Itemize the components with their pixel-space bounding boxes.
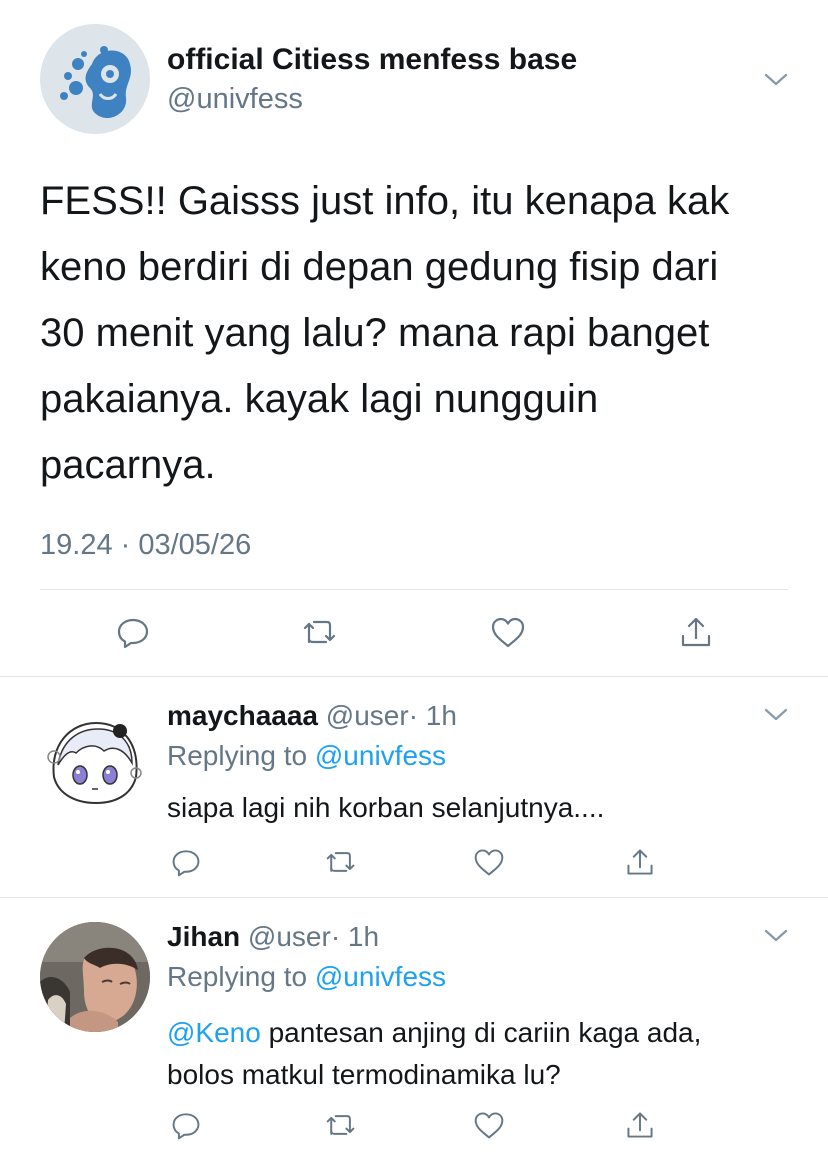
share-icon bbox=[681, 617, 711, 647]
display-name[interactable]: official Citiess menfess base bbox=[167, 42, 577, 78]
divider bbox=[40, 589, 788, 590]
reply-icon bbox=[172, 850, 200, 877]
handle[interactable]: @user bbox=[326, 700, 409, 731]
share-button[interactable] bbox=[620, 1105, 660, 1145]
replying-to-link[interactable]: @univfess bbox=[315, 961, 446, 992]
replying-to-label: Replying to bbox=[167, 740, 308, 771]
retweet-button[interactable] bbox=[321, 1105, 361, 1145]
chevron-down-icon[interactable] bbox=[763, 701, 789, 727]
like-button[interactable] bbox=[469, 1105, 509, 1145]
reply-button[interactable] bbox=[113, 612, 153, 652]
reply-button[interactable] bbox=[166, 842, 206, 882]
avatar[interactable] bbox=[40, 24, 150, 134]
retweet-button[interactable] bbox=[300, 612, 340, 652]
replying-to: Replying to @univfess bbox=[167, 960, 446, 994]
like-icon bbox=[474, 1112, 504, 1139]
reply-icon bbox=[117, 618, 149, 649]
reply-tweet[interactable]: Jihan @user· 1h Replying to @univfess @K… bbox=[0, 898, 828, 1163]
like-button[interactable] bbox=[488, 612, 528, 652]
retweet-button[interactable] bbox=[321, 842, 361, 882]
reply-text: siapa lagi nih korban selanjutnya.... bbox=[167, 792, 605, 823]
tweet-text-line: 30 menit yang lalu? mana rapi banget bbox=[40, 311, 710, 355]
like-button[interactable] bbox=[469, 842, 509, 882]
replying-to: Replying to @univfess bbox=[167, 739, 446, 773]
display-name[interactable]: maychaaaa bbox=[167, 700, 318, 731]
tweet-text-line: FESS!! Gaisss just info, itu kenapa kak bbox=[40, 179, 730, 223]
relative-time: · 1h bbox=[330, 921, 380, 952]
tweet-text-line: keno berdiri di depan gedung fisip dari bbox=[40, 245, 719, 289]
replying-to-link[interactable]: @univfess bbox=[315, 740, 446, 771]
share-icon bbox=[627, 1112, 653, 1138]
chevron-down-icon[interactable] bbox=[763, 66, 789, 92]
like-icon bbox=[491, 617, 525, 648]
share-button[interactable] bbox=[620, 842, 660, 882]
tweet-text-line: pakaianya. kayak lagi nungguin bbox=[40, 377, 599, 421]
avatar[interactable] bbox=[40, 922, 150, 1032]
main-tweet: official Citiess menfess base @univfess … bbox=[0, 0, 828, 676]
tweet-text: FESS!! Gaisss just info, itu kenapa kak … bbox=[40, 168, 820, 498]
chevron-down-icon[interactable] bbox=[763, 922, 789, 948]
retweet-icon bbox=[326, 1115, 355, 1135]
handle[interactable]: @user bbox=[248, 921, 331, 952]
reply-tweet[interactable]: maychaaaa @user· 1h Replying to @univfes… bbox=[0, 677, 828, 897]
share-icon bbox=[627, 849, 653, 875]
reply-icon bbox=[172, 1113, 200, 1140]
reply-button[interactable] bbox=[166, 1105, 206, 1145]
avatar[interactable] bbox=[40, 705, 150, 815]
handle[interactable]: @univfess bbox=[167, 82, 303, 116]
reply-text-line: pantesan anjing di cariin kaga ada, bbox=[260, 1017, 702, 1048]
reply-text: @Keno pantesan anjing di cariin kaga ada… bbox=[167, 1012, 701, 1096]
retweet-icon bbox=[303, 620, 336, 644]
retweet-icon bbox=[326, 852, 355, 872]
reply-text-line: bolos matkul termodinamika lu? bbox=[167, 1059, 561, 1090]
like-icon bbox=[474, 849, 504, 876]
tweet-text-line: pacarnya. bbox=[40, 443, 216, 487]
timestamp[interactable]: 19.24 · 03/05/26 bbox=[40, 528, 251, 562]
reply-header: Jihan @user· 1h bbox=[167, 920, 379, 954]
mention-link[interactable]: @Keno bbox=[167, 1017, 261, 1048]
relative-time: · 1h bbox=[408, 700, 457, 731]
display-name[interactable]: Jihan bbox=[167, 921, 240, 952]
reply-header: maychaaaa @user· 1h bbox=[167, 699, 457, 733]
share-button[interactable] bbox=[676, 612, 716, 652]
replying-to-label: Replying to bbox=[167, 961, 308, 992]
